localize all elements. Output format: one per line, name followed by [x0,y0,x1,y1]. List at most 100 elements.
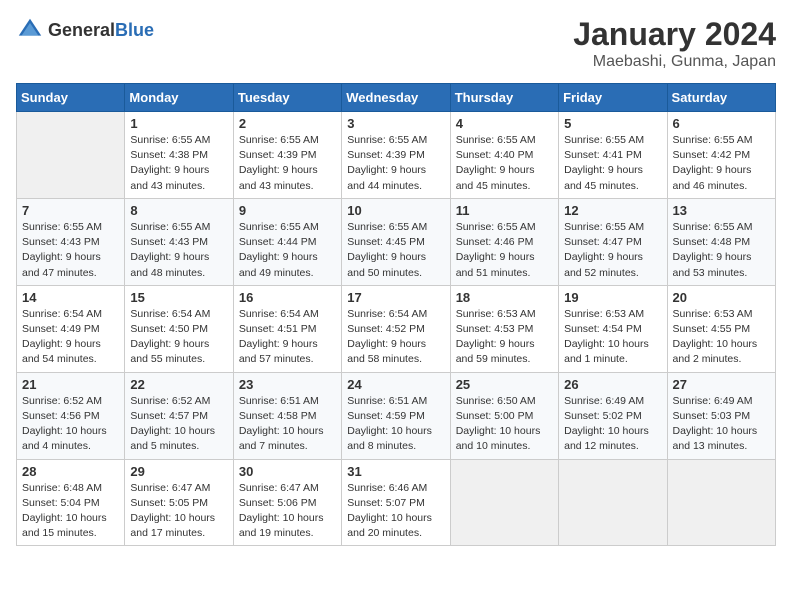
day-number: 14 [22,290,119,305]
day-number: 30 [239,464,336,479]
weekday-header-thursday: Thursday [450,84,558,112]
day-info: Sunrise: 6:54 AMSunset: 4:49 PMDaylight:… [22,307,119,368]
calendar-week-row: 7 Sunrise: 6:55 AMSunset: 4:43 PMDaylight… [17,198,776,285]
calendar-week-row: 14 Sunrise: 6:54 AMSunset: 4:49 PMDayligh… [17,285,776,372]
day-info: Sunrise: 6:51 AMSunset: 4:59 PMDaylight:… [347,394,444,455]
calendar-week-row: 28 Sunrise: 6:48 AMSunset: 5:04 PMDayligh… [17,459,776,546]
day-number: 3 [347,116,444,131]
day-info: Sunrise: 6:55 AMSunset: 4:42 PMDaylight:… [673,133,770,194]
day-info: Sunrise: 6:47 AMSunset: 5:05 PMDaylight:… [130,481,227,542]
calendar-cell: 23 Sunrise: 6:51 AMSunset: 4:58 PMDayligh… [233,372,341,459]
weekday-header-friday: Friday [559,84,667,112]
day-info: Sunrise: 6:55 AMSunset: 4:39 PMDaylight:… [347,133,444,194]
calendar-cell: 7Sunrise: 6:55 AMSunset: 4:43 PMDaylight… [17,198,125,285]
day-info: Sunrise: 6:55 AMSunset: 4:46 PMDaylight:… [456,220,553,281]
day-number: 5 [564,116,661,131]
calendar-cell: 16 Sunrise: 6:54 AMSunset: 4:51 PMDayligh… [233,285,341,372]
day-info: Sunrise: 6:46 AMSunset: 5:07 PMDaylight:… [347,481,444,542]
calendar-cell: 12Sunrise: 6:55 AMSunset: 4:47 PMDayligh… [559,198,667,285]
calendar-cell: 31 Sunrise: 6:46 AMSunset: 5:07 PMDayligh… [342,459,450,546]
calendar-week-row: 21Sunrise: 6:52 AMSunset: 4:56 PMDayligh… [17,372,776,459]
calendar-cell: 13 Sunrise: 6:55 AMSunset: 4:48 PMDayligh… [667,198,775,285]
day-info: Sunrise: 6:55 AMSunset: 4:45 PMDaylight:… [347,220,444,281]
day-info: Sunrise: 6:53 AMSunset: 4:54 PMDaylight:… [564,307,661,368]
calendar-cell: 2 Sunrise: 6:55 AMSunset: 4:39 PMDaylight… [233,112,341,199]
day-info: Sunrise: 6:50 AMSunset: 5:00 PMDaylight:… [456,394,553,455]
day-number: 16 [239,290,336,305]
logo-text: GeneralBlue [48,20,154,41]
page-header: GeneralBlue January 2024 Maebashi, Gunma… [16,16,776,71]
day-number: 26 [564,377,661,392]
logo-icon [16,16,44,44]
day-info: Sunrise: 6:49 AMSunset: 5:03 PMDaylight:… [673,394,770,455]
calendar-cell: 17Sunrise: 6:54 AMSunset: 4:52 PMDayligh… [342,285,450,372]
day-number: 13 [673,203,770,218]
month-title: January 2024 [573,16,776,53]
calendar-cell: 10 Sunrise: 6:55 AMSunset: 4:45 PMDayligh… [342,198,450,285]
weekday-header-sunday: Sunday [17,84,125,112]
logo-blue: Blue [115,20,154,40]
calendar-cell: 11Sunrise: 6:55 AMSunset: 4:46 PMDayligh… [450,198,558,285]
day-info: Sunrise: 6:51 AMSunset: 4:58 PMDaylight:… [239,394,336,455]
day-number: 4 [456,116,553,131]
calendar-cell: 21Sunrise: 6:52 AMSunset: 4:56 PMDayligh… [17,372,125,459]
title-block: January 2024 Maebashi, Gunma, Japan [573,16,776,71]
weekday-header-wednesday: Wednesday [342,84,450,112]
calendar-cell: 28 Sunrise: 6:48 AMSunset: 5:04 PMDayligh… [17,459,125,546]
calendar-cell: 4Sunrise: 6:55 AMSunset: 4:40 PMDaylight… [450,112,558,199]
day-number: 24 [347,377,444,392]
day-number: 20 [673,290,770,305]
day-number: 18 [456,290,553,305]
day-info: Sunrise: 6:47 AMSunset: 5:06 PMDaylight:… [239,481,336,542]
day-number: 9 [239,203,336,218]
day-info: Sunrise: 6:54 AMSunset: 4:50 PMDaylight:… [130,307,227,368]
calendar-cell: 19Sunrise: 6:53 AMSunset: 4:54 PMDayligh… [559,285,667,372]
weekday-header-saturday: Saturday [667,84,775,112]
calendar-cell: 29 Sunrise: 6:47 AMSunset: 5:05 PMDayligh… [125,459,233,546]
calendar-cell: 14 Sunrise: 6:54 AMSunset: 4:49 PMDayligh… [17,285,125,372]
day-info: Sunrise: 6:48 AMSunset: 5:04 PMDaylight:… [22,481,119,542]
calendar-cell: 26Sunrise: 6:49 AMSunset: 5:02 PMDayligh… [559,372,667,459]
calendar-cell: 25Sunrise: 6:50 AMSunset: 5:00 PMDayligh… [450,372,558,459]
day-number: 7 [22,203,119,218]
calendar-cell: 22 Sunrise: 6:52 AMSunset: 4:57 PMDayligh… [125,372,233,459]
day-number: 1 [130,116,227,131]
weekday-header-tuesday: Tuesday [233,84,341,112]
day-info: Sunrise: 6:55 AMSunset: 4:48 PMDaylight:… [673,220,770,281]
calendar-cell: 9Sunrise: 6:55 AMSunset: 4:44 PMDaylight… [233,198,341,285]
day-info: Sunrise: 6:52 AMSunset: 4:57 PMDaylight:… [130,394,227,455]
day-number: 8 [130,203,227,218]
calendar-cell [450,459,558,546]
day-number: 10 [347,203,444,218]
day-number: 22 [130,377,227,392]
calendar-cell: 15 Sunrise: 6:54 AMSunset: 4:50 PMDayligh… [125,285,233,372]
day-info: Sunrise: 6:55 AMSunset: 4:43 PMDaylight:… [130,220,227,281]
calendar-cell: 8 Sunrise: 6:55 AMSunset: 4:43 PMDaylight… [125,198,233,285]
day-info: Sunrise: 6:54 AMSunset: 4:51 PMDaylight:… [239,307,336,368]
day-number: 12 [564,203,661,218]
day-info: Sunrise: 6:53 AMSunset: 4:53 PMDaylight:… [456,307,553,368]
calendar-cell: 30 Sunrise: 6:47 AMSunset: 5:06 PMDayligh… [233,459,341,546]
calendar-cell: 27 Sunrise: 6:49 AMSunset: 5:03 PMDayligh… [667,372,775,459]
calendar-cell: 1Sunrise: 6:55 AMSunset: 4:38 PMDaylight… [125,112,233,199]
day-info: Sunrise: 6:55 AMSunset: 4:41 PMDaylight:… [564,133,661,194]
day-number: 2 [239,116,336,131]
day-number: 27 [673,377,770,392]
weekday-header-monday: Monday [125,84,233,112]
calendar-cell [17,112,125,199]
day-number: 21 [22,377,119,392]
day-number: 31 [347,464,444,479]
calendar-cell: 20Sunrise: 6:53 AMSunset: 4:55 PMDayligh… [667,285,775,372]
calendar-cell: 24 Sunrise: 6:51 AMSunset: 4:59 PMDayligh… [342,372,450,459]
day-number: 28 [22,464,119,479]
calendar-cell: 5 Sunrise: 6:55 AMSunset: 4:41 PMDaylight… [559,112,667,199]
day-info: Sunrise: 6:55 AMSunset: 4:39 PMDaylight:… [239,133,336,194]
day-info: Sunrise: 6:54 AMSunset: 4:52 PMDaylight:… [347,307,444,368]
day-number: 23 [239,377,336,392]
calendar-cell [667,459,775,546]
day-number: 6 [673,116,770,131]
calendar-table: SundayMondayTuesdayWednesdayThursdayFrid… [16,83,776,546]
day-number: 29 [130,464,227,479]
location-title: Maebashi, Gunma, Japan [573,53,776,71]
day-number: 15 [130,290,227,305]
